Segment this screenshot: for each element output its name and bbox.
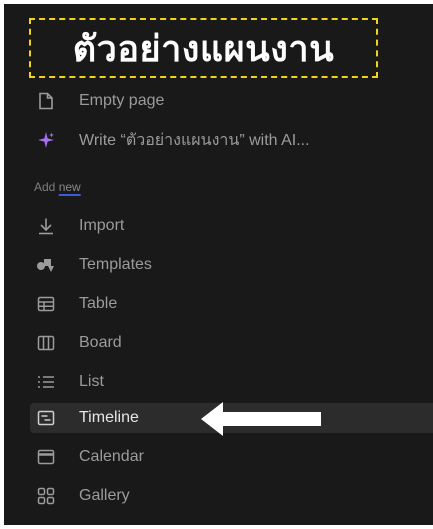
empty-page-option[interactable]: Empty page: [30, 86, 433, 116]
table-icon: [36, 294, 56, 314]
shapes-icon: [36, 255, 56, 275]
table-option[interactable]: Table: [30, 289, 433, 319]
download-arrow-icon: [36, 216, 56, 236]
page-title-highlight: ตัวอย่างแผนงาน: [29, 18, 378, 78]
gallery-label: Gallery: [79, 487, 130, 504]
templates-label: Templates: [79, 256, 152, 273]
add-new-prefix: Add: [34, 180, 56, 194]
templates-option[interactable]: Templates: [30, 250, 433, 280]
import-label: Import: [79, 217, 125, 234]
board-icon: [36, 333, 56, 353]
list-label: List: [79, 373, 104, 390]
calendar-icon: [36, 447, 56, 467]
board-option[interactable]: Board: [30, 328, 433, 358]
calendar-label: Calendar: [79, 448, 144, 465]
write-with-ai-option[interactable]: Write “ตัวอย่างแผนงาน” with AI...: [30, 125, 433, 155]
write-with-ai-label: Write “ตัวอย่างแผนงาน” with AI...: [79, 131, 310, 149]
board-label: Board: [79, 334, 122, 351]
list-icon: [36, 372, 56, 392]
table-label: Table: [79, 295, 118, 312]
sparkle-icon: [36, 130, 56, 150]
timeline-icon: [36, 408, 56, 428]
empty-page-label: Empty page: [79, 92, 165, 109]
page-title[interactable]: ตัวอย่างแผนงาน: [73, 20, 334, 77]
calendar-option[interactable]: Calendar: [30, 442, 433, 472]
timeline-label: Timeline: [79, 409, 139, 426]
add-new-suffix: new: [58, 180, 81, 194]
page-icon: [36, 91, 56, 111]
import-option[interactable]: Import: [30, 211, 433, 241]
add-new-section-label: Add new: [34, 180, 81, 194]
arrow-annotation: [201, 402, 321, 436]
gallery-option[interactable]: Gallery: [30, 481, 433, 511]
new-page-menu: ตัวอย่างแผนงาน Empty page Write “ตัวอย่า…: [4, 4, 433, 525]
list-option[interactable]: List: [30, 367, 433, 397]
gallery-icon: [36, 486, 56, 506]
